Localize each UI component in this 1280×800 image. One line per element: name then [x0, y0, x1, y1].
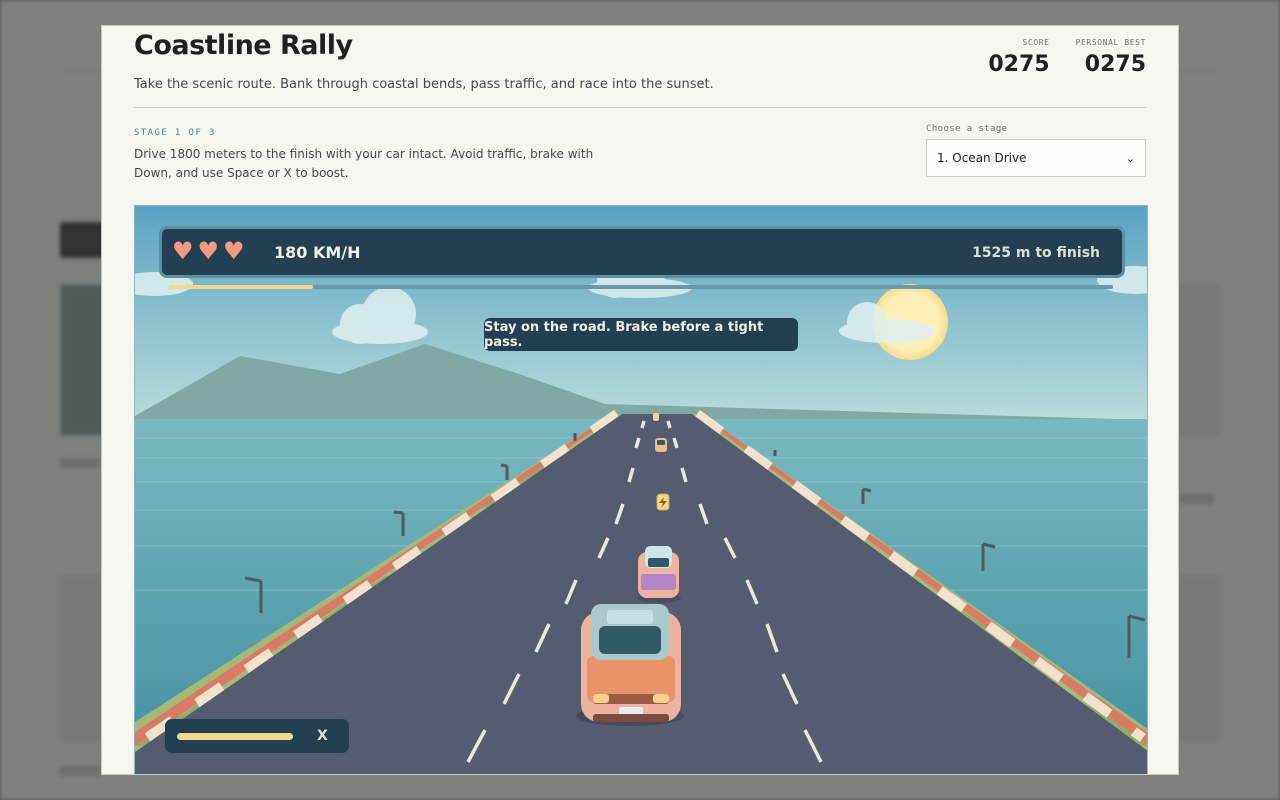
- game-scene: [135, 206, 1147, 774]
- speed-readout: 180 KM/H: [274, 243, 361, 262]
- game-tagline: Take the scenic route. Bank through coas…: [134, 77, 714, 92]
- score-label: SCORE: [1022, 38, 1050, 47]
- stage-select-label: Choose a stage: [926, 124, 1008, 134]
- stage-picker: Choose a stage 1. Ocean Drive ⌄: [926, 124, 1146, 177]
- stage-select[interactable]: 1. Ocean Drive ⌄: [926, 139, 1146, 177]
- boost-key-label: X: [317, 728, 328, 744]
- traffic-car-purple: [637, 546, 681, 603]
- boost-fill: [177, 733, 293, 740]
- boost-meter: X: [165, 719, 349, 753]
- stage-info: STAGE 1 OF 3 Drive 1800 meters to the fi…: [134, 124, 1146, 204]
- score-panel: SCORE 0275 PERSONAL BEST 0275: [988, 38, 1146, 77]
- traffic-car-far: [655, 438, 667, 452]
- progress-track: [169, 285, 1113, 289]
- heart-icon: ♥: [223, 237, 245, 265]
- game-modal: Coastline Rally Take the scenic route. B…: [101, 25, 1179, 775]
- distance-remaining: 1525 m to finish: [972, 245, 1100, 261]
- best-stat: PERSONAL BEST 0275: [1076, 38, 1146, 77]
- heart-icon: ♥: [197, 237, 220, 265]
- traffic-car-distant: [653, 413, 659, 421]
- game-header: Coastline Rally Take the scenic route. B…: [134, 30, 1146, 108]
- lives-indicator: ♥ ♥ ♥: [172, 237, 245, 265]
- player-car: [576, 604, 684, 726]
- progress-fill: [169, 285, 314, 289]
- best-label: PERSONAL BEST: [1075, 38, 1146, 47]
- score-value: 0275: [988, 52, 1050, 77]
- best-value: 0275: [1084, 52, 1146, 77]
- boost-track: [177, 733, 293, 740]
- hud-bar: ♥ ♥ ♥ 180 KM/H 1525 m to finish: [159, 226, 1125, 278]
- chevron-down-icon: ⌄: [1125, 151, 1135, 165]
- stage-description: Drive 1800 meters to the finish with you…: [134, 147, 594, 180]
- hint-banner: Stay on the road. Brake before a tight p…: [484, 318, 798, 351]
- lightning-icon: [656, 493, 670, 511]
- stage-select-value: 1. Ocean Drive: [937, 151, 1027, 165]
- game-canvas[interactable]: ♥ ♥ ♥ 180 KM/H 1525 m to finish Stay on th…: [134, 205, 1148, 774]
- score-stat: SCORE 0275: [988, 38, 1049, 77]
- heart-icon: ♥: [172, 237, 194, 265]
